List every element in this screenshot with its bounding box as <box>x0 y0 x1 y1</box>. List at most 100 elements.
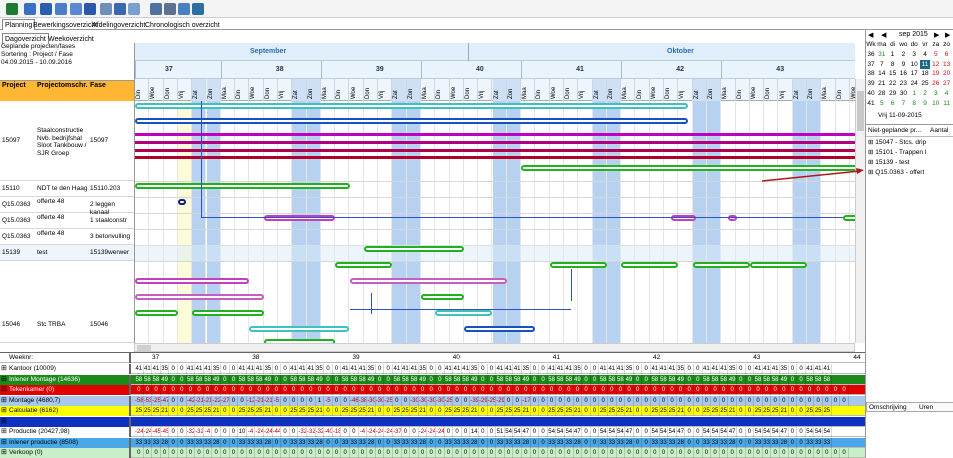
task-bar[interactable] <box>135 103 689 109</box>
calendar-day[interactable]: 16 <box>898 69 908 78</box>
table-row[interactable]: Q15.0363 offerte 48 1 staalconstr <box>0 213 134 229</box>
calendar-day[interactable]: 23 <box>898 79 908 88</box>
tab-chronologisch[interactable]: Chronologisch overzicht <box>142 19 223 30</box>
table-row[interactable]: 15046 Stc TRBA 15046 <box>0 261 134 343</box>
capacity-row[interactable]: Calculatie (6162) ⊞ 25 25 25 21 0 0 25 25 25 21 0 0 25… <box>0 406 865 416</box>
calendar-day[interactable]: 5 <box>931 50 941 59</box>
calendar-day[interactable]: 24 <box>909 79 919 88</box>
task-bar[interactable] <box>463 326 536 332</box>
calendar-day[interactable]: 18 <box>920 69 930 78</box>
vertical-scrollbar[interactable] <box>855 79 865 343</box>
not-planned-item[interactable]: ⊞ 15047 - Stcs. drip <box>868 138 926 146</box>
calendar-day[interactable]: 4 <box>920 50 930 59</box>
calendar-day[interactable]: 22 <box>888 79 898 88</box>
next-month-icon[interactable]: ▶ <box>934 31 939 39</box>
task-bar[interactable] <box>135 278 250 284</box>
calendar-day[interactable]: 3 <box>931 89 941 98</box>
monitor-icon[interactable] <box>84 3 96 15</box>
task-bar[interactable] <box>728 215 738 221</box>
table-row[interactable]: 15097 Staalconstructie Nvb. bedrijfshal … <box>0 101 134 181</box>
calendar-day[interactable]: 15 <box>888 69 898 78</box>
calendar-day[interactable]: 29 <box>888 89 898 98</box>
calendar-day[interactable]: 11 <box>920 59 930 69</box>
calendar-day[interactable]: 9 <box>920 99 930 108</box>
calendar-day[interactable]: 7 <box>877 60 887 69</box>
calendar-day[interactable]: 31 <box>877 50 887 59</box>
task-bar[interactable] <box>692 262 750 268</box>
calendar-day[interactable]: 19 <box>931 69 941 78</box>
calendar-day[interactable]: 7 <box>898 99 908 108</box>
task-bar[interactable] <box>621 262 679 268</box>
calendar-day[interactable]: 3 <box>909 50 919 59</box>
tab-afdelingoverzicht[interactable]: Afdelingoverzicht <box>89 19 148 30</box>
calendar-today[interactable]: Vrij 11-09-2015 <box>878 112 922 119</box>
calendar-day[interactable]: 2 <box>898 50 908 59</box>
export-icon[interactable] <box>192 3 204 15</box>
refresh-icon[interactable] <box>128 3 140 15</box>
grid-icon[interactable] <box>24 3 36 15</box>
calendar-day[interactable]: 14 <box>877 69 887 78</box>
search-icon[interactable] <box>100 3 112 15</box>
calendar-day[interactable]: 10 <box>931 99 941 108</box>
calendar-day[interactable]: 6 <box>888 99 898 108</box>
calendar-day[interactable]: 27 <box>942 79 952 88</box>
col-project[interactable]: Project <box>2 82 26 89</box>
save-icon[interactable] <box>70 3 82 15</box>
capacity-row[interactable]: Verkoop (0) ⊞ 0 0 0 0 0 0 0 0 0 0 0 0 0 0 0 0 0 0 0 0 0 0 0 0 0 0 0 0… <box>0 448 865 458</box>
calendar-day[interactable]: 13 <box>942 60 952 69</box>
prev-year-icon[interactable]: ◀ <box>868 31 873 39</box>
task-bar[interactable] <box>135 156 855 159</box>
table-row[interactable]: 15139 test 15139werwer <box>0 245 134 261</box>
scroll-thumb[interactable] <box>857 91 864 131</box>
task-bar[interactable] <box>549 262 607 268</box>
document-icon[interactable] <box>150 3 162 15</box>
calendar-day[interactable]: 11 <box>942 99 952 108</box>
calendar-day[interactable]: 5 <box>877 99 887 108</box>
task-bar[interactable] <box>349 278 507 284</box>
scroll-thumb[interactable] <box>137 345 151 351</box>
horizontal-scrollbar[interactable] <box>134 343 855 352</box>
table-row[interactable]: Q15.0363 offerte 48 3 betonvulling <box>0 229 134 245</box>
calendar-grid[interactable]: Wk ma di wo do vr za zo 36 31 1 2 3 4 5 6 37 7 8 9 10 11 12 13 3… <box>866 40 953 110</box>
calendar-day[interactable]: 8 <box>909 99 919 108</box>
calendar-day[interactable]: 1 <box>909 89 919 98</box>
not-planned-item[interactable]: ⊞ 15139 - test <box>868 158 910 166</box>
calendar-day[interactable]: 9 <box>898 60 908 69</box>
window-icon[interactable] <box>55 3 67 15</box>
task-bar[interactable] <box>749 262 808 268</box>
table-row[interactable]: 15110 NDT te den Haag 15110.203 <box>0 181 134 197</box>
next-year-icon[interactable]: ▶ <box>945 31 950 39</box>
calendar-day[interactable]: 17 <box>909 69 919 78</box>
calendar-day[interactable]: 2 <box>920 89 930 98</box>
capacity-row[interactable]: Tekenkamer (0) ⊞ 0 0 0 0 0 0 0 0 0 0 0 0 0 0 0 0 0 0 0 0 0 0 0 0 0… <box>0 385 865 395</box>
task-bar[interactable] <box>135 118 689 124</box>
capacity-row[interactable]: ⊞ <box>0 416 865 427</box>
task-bar[interactable] <box>135 149 855 152</box>
task-bar[interactable] <box>135 294 264 300</box>
mini-calendar[interactable]: ◀ ◀ sep 2015 ▶ ▶ Wk ma di wo do vr za zo 36 31 1 2 3… <box>866 30 953 124</box>
calendar-day[interactable]: 21 <box>877 79 887 88</box>
gantt-chart[interactable]: September Oktober 37 38 39 40 41 42 43 Din Woe D… <box>134 43 855 343</box>
col-omschr[interactable]: Projectomschr. <box>37 82 88 89</box>
not-planned-item[interactable]: ⊞ 15101 - Trappen l <box>868 148 926 156</box>
calendar-day[interactable]: 30 <box>898 89 908 98</box>
task-bar[interactable] <box>435 310 493 316</box>
task-bar[interactable] <box>135 141 855 144</box>
task-bar[interactable] <box>249 326 350 332</box>
calendar-day[interactable]: 26 <box>931 79 941 88</box>
calendar-day[interactable]: 1 <box>888 50 898 59</box>
calendar-day[interactable]: 10 <box>909 60 919 69</box>
task-bar[interactable] <box>135 133 855 136</box>
filter-icon[interactable] <box>114 3 126 15</box>
calendar-day[interactable]: 20 <box>942 69 952 78</box>
print-icon[interactable] <box>164 3 176 15</box>
print-preview-icon[interactable] <box>178 3 190 15</box>
calendar-day[interactable]: 12 <box>931 60 941 69</box>
task-bar[interactable] <box>335 262 393 268</box>
task-bar[interactable] <box>363 246 464 252</box>
col-fase[interactable]: Fase <box>90 82 106 89</box>
calendar-day[interactable]: 28 <box>877 89 887 98</box>
calendar-day[interactable]: 8 <box>888 60 898 69</box>
not-planned-item[interactable]: ⊞ Q15.0363 - offert <box>868 168 924 176</box>
task-bar[interactable] <box>671 215 696 221</box>
